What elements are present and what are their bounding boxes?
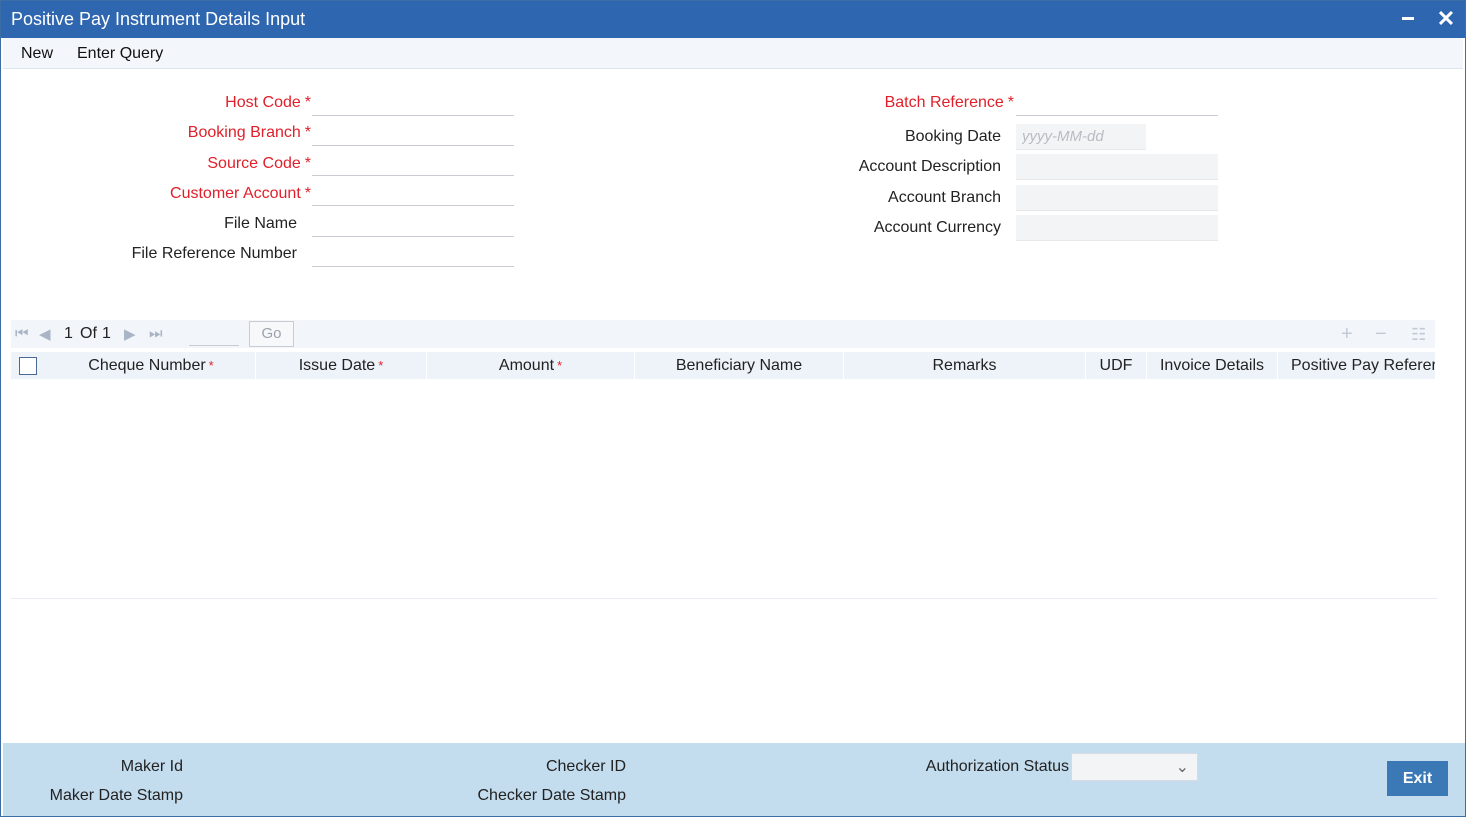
first-page-icon[interactable]: ⏮ [15,325,29,342]
page-of-label: Of [80,325,97,342]
menu-new[interactable]: New [21,45,53,63]
column-header[interactable]: Remarks [844,352,1086,379]
next-page-icon[interactable]: ▶ [124,325,136,343]
booking-branch-input[interactable] [312,120,514,146]
source-code-input[interactable] [312,150,514,176]
checker-date-stamp-label: Checker Date Stamp [477,787,626,804]
select-all-checkbox[interactable] [19,357,37,375]
account-currency-input [1016,215,1218,241]
authorization-status-select[interactable]: ⌄ [1071,753,1198,781]
go-button[interactable]: Go [249,321,294,347]
host-code-label: Host Code * [225,94,311,111]
maker-date-stamp-label: Maker Date Stamp [49,787,183,804]
checker-id-label: Checker ID [545,758,626,775]
account-description-label: Account Description [858,158,1001,175]
file-name-input[interactable] [312,211,514,237]
customer-account-input[interactable] [312,180,514,206]
booking-date-label: Booking Date [904,128,1001,145]
grid-pager: ⏮ ◀ 1 Of 1 ▶ ⏭ Go + − ☷ [11,320,1435,348]
window-title: Positive Pay Instrument Details Input [11,9,306,29]
grid-body [11,379,1437,599]
column-header[interactable]: Positive Pay Referer [1278,352,1435,379]
maker-id-label: Maker Id [120,758,183,775]
account-branch-input [1016,185,1218,211]
page-total: 1 [102,325,111,342]
batch-reference-label: Batch Reference * [884,94,1014,111]
account-currency-label: Account Currency [873,219,1001,236]
audit-footer: Maker Id Maker Date Stamp Checker ID Che… [3,743,1465,816]
exit-button[interactable]: Exit [1387,761,1448,796]
batch-reference-input[interactable] [1016,90,1218,116]
file-reference-number-label: File Reference Number [131,245,297,262]
columns-icon[interactable]: ☷ [1411,325,1426,345]
chevron-down-icon: ⌄ [1175,759,1189,776]
last-page-icon[interactable]: ⏭ [149,325,163,342]
window: Positive Pay Instrument Details Input ✕ … [0,0,1466,817]
booking-date-input[interactable] [1016,124,1146,150]
column-header[interactable]: Cheque Number * [47,352,256,379]
account-description-input [1016,154,1218,180]
customer-account-label: Customer Account * [170,185,311,202]
account-branch-label: Account Branch [888,189,1001,206]
menu-bar: New Enter Query [3,38,1463,69]
grid-header: Cheque Number * Issue Date * Amount * Benef… [11,352,1435,379]
file-reference-number-input[interactable] [312,241,514,267]
close-icon[interactable]: ✕ [1435,8,1457,30]
prev-page-icon[interactable]: ◀ [39,325,51,343]
column-header[interactable]: Amount * [427,352,635,379]
page-current: 1 [64,325,73,342]
menu-enter-query[interactable]: Enter Query [77,45,163,63]
column-header[interactable]: Invoice Details [1147,352,1278,379]
column-header[interactable]: UDF [1086,352,1147,379]
booking-branch-label: Booking Branch * [187,124,311,141]
page-number-input[interactable] [189,322,239,346]
add-row-icon[interactable]: + [1341,323,1353,346]
host-code-input[interactable] [312,90,514,116]
authorization-status-label: Authorization Status [925,758,1069,775]
column-header[interactable]: Beneficiary Name [635,352,844,379]
delete-row-icon[interactable]: − [1375,323,1387,346]
minimize-icon[interactable] [1397,8,1419,30]
column-header[interactable]: Issue Date * [256,352,427,379]
title-bar: Positive Pay Instrument Details Input ✕ [1,1,1465,38]
source-code-label: Source Code * [207,155,311,172]
file-name-label: File Name [224,215,297,232]
